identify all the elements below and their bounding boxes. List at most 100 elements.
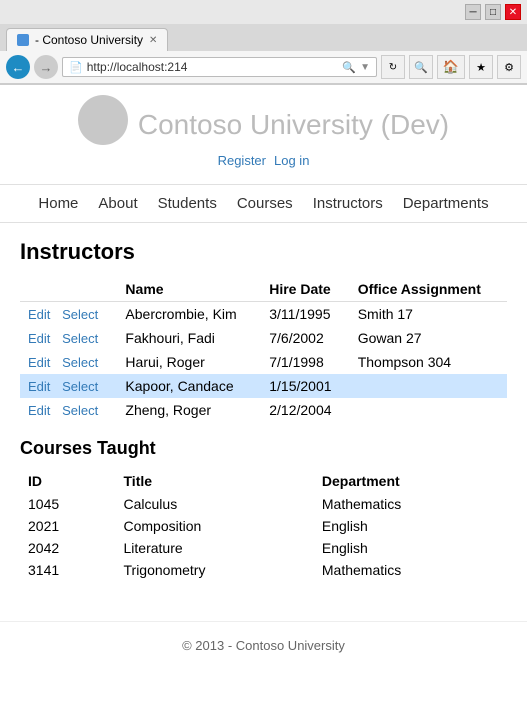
select-link[interactable]: Select — [62, 355, 98, 370]
browser-chrome: ─ □ ✕ - Contoso University ✕ ← → 📄 🔍 ▼ ↻… — [0, 0, 527, 85]
nav-home[interactable]: Home — [38, 195, 78, 212]
courses-row: 2021 Composition English — [20, 515, 507, 537]
row-actions: Edit Select — [20, 326, 117, 350]
course-id: 2021 — [20, 515, 116, 537]
tab-favicon — [17, 34, 29, 46]
select-link[interactable]: Select — [62, 403, 98, 418]
table-header-row: Name Hire Date Office Assignment — [20, 277, 507, 302]
site-title: Contoso University (Dev) — [138, 109, 449, 141]
back-button[interactable]: ← — [6, 55, 30, 79]
page-body: Instructors Name Hire Date Office Assign… — [0, 239, 527, 601]
row-actions: Edit Select — [20, 350, 117, 374]
table-row: Edit Select Harui, Roger 7/1/1998 Thomps… — [20, 350, 507, 374]
maximize-button[interactable]: □ — [485, 4, 501, 20]
tab-close-button[interactable]: ✕ — [149, 35, 157, 46]
row-name: Fakhouri, Fadi — [117, 326, 261, 350]
footer-text: © 2013 - Contoso University — [182, 638, 345, 653]
courses-row: 2042 Literature English — [20, 537, 507, 559]
course-title: Composition — [116, 515, 314, 537]
nav-about[interactable]: About — [98, 195, 137, 212]
course-id: 2042 — [20, 537, 116, 559]
row-actions: Edit Select — [20, 398, 117, 422]
select-link[interactable]: Select — [62, 331, 98, 346]
register-link[interactable]: Register — [218, 153, 266, 168]
row-office — [350, 374, 507, 398]
site-nav-top: Register Log in — [0, 149, 527, 176]
edit-link[interactable]: Edit — [28, 403, 50, 418]
row-hire-date: 2/12/2004 — [261, 398, 349, 422]
col-name: Name — [117, 277, 261, 302]
course-id: 3141 — [20, 559, 116, 581]
title-bar: ─ □ ✕ — [0, 0, 527, 24]
course-id: 1045 — [20, 493, 116, 515]
site-footer: © 2013 - Contoso University — [0, 621, 527, 669]
course-department: Mathematics — [314, 559, 507, 581]
home-button[interactable]: 🏠 — [437, 55, 465, 79]
course-department: Mathematics — [314, 493, 507, 515]
col-office: Office Assignment — [350, 277, 507, 302]
table-row: Edit Select Fakhouri, Fadi 7/6/2002 Gowa… — [20, 326, 507, 350]
row-actions: Edit Select — [20, 374, 117, 398]
search-button[interactable]: 🔍 — [409, 55, 433, 79]
login-link[interactable]: Log in — [274, 153, 309, 168]
row-hire-date: 7/6/2002 — [261, 326, 349, 350]
select-link[interactable]: Select — [62, 307, 98, 322]
select-link[interactable]: Select — [62, 379, 98, 394]
page-heading: Instructors — [20, 239, 507, 265]
row-hire-date: 3/11/1995 — [261, 302, 349, 327]
col-hire-date: Hire Date — [261, 277, 349, 302]
address-dropdown-icon[interactable]: ▼ — [360, 62, 370, 73]
edit-link[interactable]: Edit — [28, 379, 50, 394]
minimize-button[interactable]: ─ — [465, 4, 481, 20]
course-title: Trigonometry — [116, 559, 314, 581]
nav-bar: ← → 📄 🔍 ▼ ↻ 🔍 🏠 ★ ⚙ — [0, 51, 527, 84]
row-name: Zheng, Roger — [117, 398, 261, 422]
nav-students[interactable]: Students — [158, 195, 217, 212]
courses-row: 1045 Calculus Mathematics — [20, 493, 507, 515]
nav-instructors[interactable]: Instructors — [313, 195, 383, 212]
courses-header-row: ID Title Department — [20, 469, 507, 493]
course-title: Literature — [116, 537, 314, 559]
table-row: Edit Select Kapoor, Candace 1/15/2001 — [20, 374, 507, 398]
course-department: English — [314, 537, 507, 559]
address-bar[interactable]: 📄 🔍 ▼ — [62, 57, 377, 77]
table-row: Edit Select Zheng, Roger 2/12/2004 — [20, 398, 507, 422]
main-nav: Home About Students Courses Instructors … — [0, 184, 527, 223]
row-hire-date: 7/1/1998 — [261, 350, 349, 374]
row-office — [350, 398, 507, 422]
courses-section-heading: Courses Taught — [20, 438, 507, 459]
close-button[interactable]: ✕ — [505, 4, 521, 20]
edit-link[interactable]: Edit — [28, 355, 50, 370]
refresh-button[interactable]: ↻ — [381, 55, 405, 79]
courses-section: Courses Taught ID Title Department 1045 … — [20, 438, 507, 581]
row-hire-date: 1/15/2001 — [261, 374, 349, 398]
courses-col-department: Department — [314, 469, 507, 493]
nav-courses[interactable]: Courses — [237, 195, 293, 212]
row-name: Kapoor, Candace — [117, 374, 261, 398]
tools-button[interactable]: ⚙ — [497, 55, 521, 79]
row-office: Smith 17 — [350, 302, 507, 327]
browser-tab[interactable]: - Contoso University ✕ — [6, 28, 168, 51]
site-header: Contoso University (Dev) Register Log in — [0, 85, 527, 184]
course-department: English — [314, 515, 507, 537]
table-row: Edit Select Abercrombie, Kim 3/11/1995 S… — [20, 302, 507, 327]
nav-departments[interactable]: Departments — [403, 195, 489, 212]
favorites-button[interactable]: ★ — [469, 55, 493, 79]
row-actions: Edit Select — [20, 302, 117, 327]
course-title: Calculus — [116, 493, 314, 515]
edit-link[interactable]: Edit — [28, 331, 50, 346]
edit-link[interactable]: Edit — [28, 307, 50, 322]
address-bar-icon: 📄 — [69, 61, 83, 74]
instructors-table: Name Hire Date Office Assignment Edit Se… — [20, 277, 507, 422]
address-input[interactable] — [87, 60, 339, 74]
address-search-icon: 🔍 — [342, 61, 356, 74]
row-office: Gowan 27 — [350, 326, 507, 350]
page-content: Contoso University (Dev) Register Log in… — [0, 85, 527, 685]
col-actions — [20, 277, 117, 302]
courses-col-id: ID — [20, 469, 116, 493]
avatar — [78, 95, 128, 145]
forward-button[interactable]: → — [34, 55, 58, 79]
row-name: Abercrombie, Kim — [117, 302, 261, 327]
courses-row: 3141 Trigonometry Mathematics — [20, 559, 507, 581]
row-office: Thompson 304 — [350, 350, 507, 374]
